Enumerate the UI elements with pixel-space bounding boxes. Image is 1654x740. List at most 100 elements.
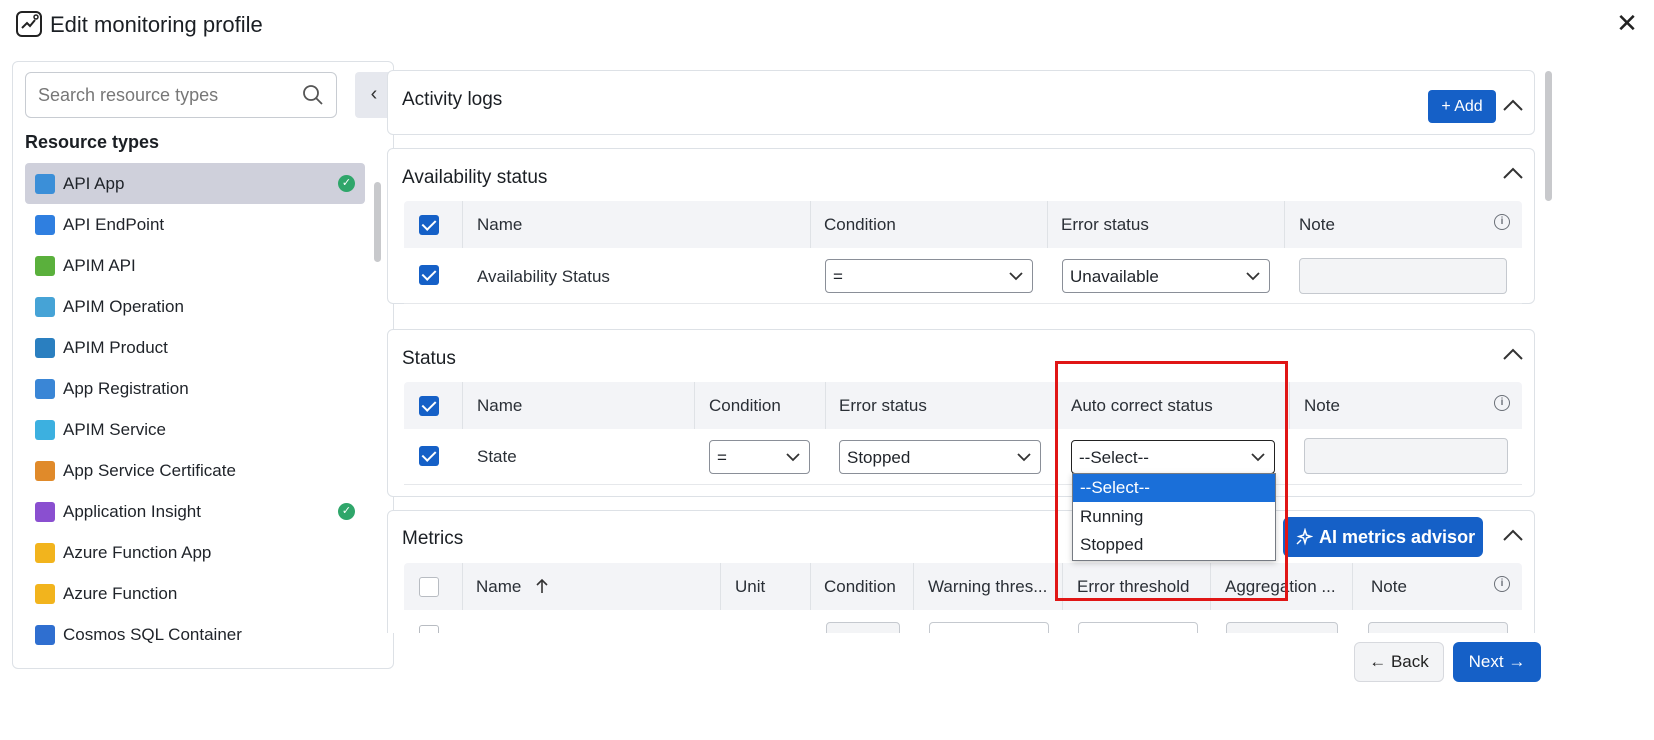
- left-scrollbar[interactable]: [374, 182, 381, 668]
- aggregation-field[interactable]: [1226, 622, 1338, 633]
- resource-type-label: API EndPoint: [63, 215, 165, 234]
- availability-table-header: Name Condition Error status Note i: [404, 201, 1522, 248]
- right-scrollbar[interactable]: [1544, 61, 1554, 633]
- scrollbar-thumb[interactable]: [374, 182, 381, 262]
- add-button[interactable]: + Add: [1428, 90, 1496, 123]
- status-title: Status: [402, 348, 456, 369]
- column-header-note: Note: [1299, 215, 1335, 234]
- select-all-checkbox[interactable]: [419, 577, 439, 597]
- chevron-up-icon[interactable]: [1502, 347, 1524, 361]
- resource-icon: [35, 215, 55, 235]
- metrics-table-header: Name Unit Condition Warning thres... Err…: [404, 563, 1522, 610]
- resource-type-item[interactable]: Cosmos SQL Container: [25, 614, 365, 655]
- row-checkbox[interactable]: [419, 625, 439, 633]
- resource-type-item[interactable]: APIM Operation: [25, 286, 365, 327]
- info-icon[interactable]: i: [1494, 395, 1510, 411]
- search-icon[interactable]: [302, 84, 324, 106]
- sort-ascending-icon[interactable]: [535, 578, 549, 594]
- resource-types-panel: ‹ Resource types API App✓API EndPointAPI…: [12, 61, 394, 669]
- chevron-down-icon: [1251, 453, 1265, 462]
- select-all-checkbox[interactable]: [419, 396, 439, 416]
- dropdown-option-running[interactable]: Running: [1073, 503, 1275, 531]
- condition-select[interactable]: =: [709, 440, 810, 474]
- chevron-up-icon[interactable]: [1502, 98, 1524, 112]
- note-field[interactable]: [1304, 438, 1508, 474]
- dropdown-option-stopped[interactable]: Stopped: [1073, 531, 1275, 559]
- resource-type-item[interactable]: App Service Certificate: [25, 450, 365, 491]
- condition-field[interactable]: [826, 622, 900, 633]
- auto-correct-status-value: --Select--: [1079, 448, 1149, 467]
- column-header-unit: Unit: [735, 577, 766, 596]
- note-field[interactable]: [1299, 258, 1507, 294]
- auto-correct-status-select[interactable]: --Select--: [1071, 440, 1275, 474]
- next-button[interactable]: Next →: [1453, 642, 1541, 682]
- column-header-note: Note: [1304, 396, 1340, 415]
- resource-type-item[interactable]: App Registration: [25, 368, 365, 409]
- warning-threshold-field[interactable]: [929, 622, 1049, 633]
- resource-type-item[interactable]: Azure Function App: [25, 532, 365, 573]
- chevron-left-icon[interactable]: ‹: [371, 83, 378, 105]
- column-header-warning-threshold: Warning thres...: [928, 577, 1048, 596]
- column-header-error-threshold: Error threshold: [1077, 577, 1190, 596]
- chevron-up-icon[interactable]: [1502, 528, 1524, 542]
- column-header-condition: Condition: [709, 396, 781, 415]
- chevron-up-icon[interactable]: [1502, 166, 1524, 180]
- resource-type-label: Azure Function App: [63, 543, 212, 562]
- next-label[interactable]: Next: [1469, 652, 1504, 671]
- close-icon[interactable]: ✕: [1616, 8, 1638, 38]
- ai-metrics-advisor-button[interactable]: AI metrics advisor: [1283, 517, 1483, 557]
- resource-types-heading: Resource types: [25, 132, 160, 152]
- search-input[interactable]: [38, 81, 288, 109]
- back-button[interactable]: ← Back: [1354, 642, 1444, 682]
- column-header-error-status: Error status: [1061, 215, 1149, 234]
- error-threshold-field[interactable]: [1078, 622, 1198, 633]
- row-checkbox[interactable]: [419, 446, 439, 466]
- table-row: Availability Status = Unavailable: [404, 248, 1522, 304]
- resource-type-item[interactable]: APIM Service: [25, 409, 365, 450]
- condition-value: =: [833, 267, 843, 286]
- status-card: Status Name Condition Error status Auto …: [387, 329, 1535, 497]
- resource-icon: [35, 584, 55, 604]
- row-checkbox[interactable]: [419, 265, 439, 285]
- info-icon[interactable]: i: [1494, 576, 1510, 592]
- column-header-error-status: Error status: [839, 396, 927, 415]
- dropdown-option-select[interactable]: --Select--: [1073, 474, 1275, 502]
- resource-type-label: Application Insight: [63, 502, 201, 521]
- page-title: Edit monitoring profile: [50, 12, 263, 37]
- back-label[interactable]: Back: [1391, 652, 1429, 671]
- resource-icon: [35, 338, 55, 358]
- chevron-down-icon: [1017, 453, 1031, 462]
- resource-type-label: Azure Function: [63, 584, 178, 603]
- resource-icon: [35, 625, 55, 645]
- scrollbar-thumb[interactable]: [1545, 71, 1552, 201]
- error-status-select[interactable]: Stopped: [839, 440, 1041, 474]
- info-icon[interactable]: i: [1494, 214, 1510, 230]
- select-all-checkbox[interactable]: [419, 215, 439, 235]
- resource-icon: [35, 543, 55, 563]
- row-name: State: [477, 447, 517, 466]
- availability-status-card: Availability status Name Condition Error…: [387, 148, 1535, 304]
- ai-metrics-advisor-label[interactable]: AI metrics advisor: [1319, 527, 1475, 547]
- resource-type-item[interactable]: Azure Function: [25, 573, 365, 614]
- check-circle-icon: ✓: [338, 503, 355, 520]
- close-button[interactable]: ✕: [1613, 10, 1641, 38]
- error-status-select[interactable]: Unavailable: [1062, 259, 1270, 293]
- chevron-down-icon: [786, 453, 800, 462]
- column-header-name[interactable]: Name: [476, 577, 521, 597]
- activity-logs-title: Activity logs: [402, 89, 503, 110]
- resource-type-item[interactable]: API EndPoint: [25, 204, 365, 245]
- search-box[interactable]: [25, 72, 337, 118]
- column-header-condition: Condition: [824, 215, 896, 234]
- resource-type-item[interactable]: APIM API: [25, 245, 365, 286]
- condition-select[interactable]: =: [825, 259, 1033, 293]
- auto-correct-status-dropdown[interactable]: --Select-- Running Stopped: [1072, 473, 1276, 561]
- error-status-value: Unavailable: [1070, 267, 1159, 286]
- resource-type-label: API App: [63, 174, 125, 193]
- resource-type-label: App Registration: [63, 379, 189, 398]
- note-field[interactable]: [1368, 622, 1508, 633]
- resource-type-item[interactable]: Application Insight ✓: [25, 491, 365, 532]
- resource-type-label: APIM Service: [63, 420, 166, 439]
- activity-logs-card: Activity logs + Add: [387, 70, 1535, 135]
- resource-type-item[interactable]: API App ✓: [25, 163, 365, 204]
- resource-type-item[interactable]: APIM Product: [25, 327, 365, 368]
